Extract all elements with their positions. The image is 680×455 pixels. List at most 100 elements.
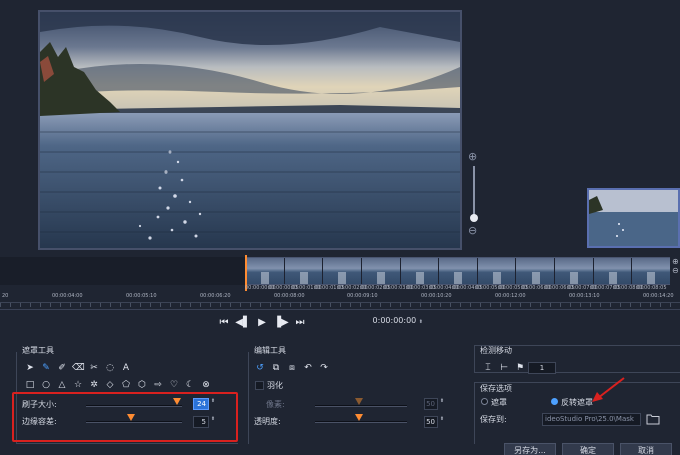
ruler-label: 20: [2, 293, 9, 299]
annotation-highlight-box: [12, 392, 238, 442]
pixels-input[interactable]: 50: [424, 398, 438, 410]
ruler-label: 00:00:06:20: [200, 293, 231, 299]
ruler-label: 00:00:13:10: [569, 293, 600, 299]
ruler-label: 00:00:04:00: [52, 293, 83, 299]
track-marker-icon[interactable]: ⚑: [514, 362, 526, 374]
smart-eraser-tool-icon[interactable]: ✂: [88, 362, 100, 374]
mask-option-label: 遮罩: [491, 398, 507, 407]
ruler-label: 00:00:12:00: [495, 293, 526, 299]
edit-tools-title: 编辑工具: [254, 346, 286, 355]
film-frame: [283, 258, 323, 285]
film-frame: [245, 258, 284, 285]
feather-label: 羽化: [267, 381, 283, 390]
next-frame-button[interactable]: ▐▶: [273, 317, 289, 328]
timecode-spinner-icon[interactable]: ⬍: [419, 319, 423, 325]
previous-frame-button[interactable]: ◀▌: [235, 317, 251, 328]
timecode-field[interactable]: 0:00:00:00 ⬍: [371, 316, 423, 328]
pointer-tool-icon[interactable]: ➤: [24, 362, 36, 374]
mask-radio[interactable]: [481, 398, 488, 405]
gear-shape-icon[interactable]: ✲: [88, 379, 100, 391]
save-options-title: 保存选项: [480, 384, 512, 393]
refine-tool-icon[interactable]: ↺: [254, 362, 266, 374]
zoom-out-icon[interactable]: ⊖: [468, 224, 477, 237]
track-frame-icon[interactable]: ⊢: [498, 362, 510, 374]
first-frame-button[interactable]: ⏮: [216, 317, 232, 328]
mask-tool-row-2: □ ○ △ ☆ ✲ ◇ ⬠ ⬡ ⇨ ♡ ☾ ⊗: [24, 379, 212, 391]
eraser-tool-icon[interactable]: ⌫: [72, 362, 85, 374]
film-frame: [399, 258, 439, 285]
edit-tool-row: ↺ ⧉ ⧈ ↶ ↷: [254, 362, 330, 374]
timeline-zoom-controls: ⊕ ⊖: [672, 257, 680, 285]
zoom-fit-icon[interactable]: ⊕: [672, 257, 680, 266]
save-to-label: 保存到:: [480, 415, 507, 424]
feather-checkbox[interactable]: [255, 381, 264, 390]
mask-tools-title: 遮罩工具: [22, 346, 54, 355]
tracking-tool-row: ⌶ ⊢ ⚑: [482, 362, 526, 374]
zoom-track[interactable]: [473, 166, 475, 218]
zoom-slider[interactable]: ⊕ ⊖: [466, 150, 482, 240]
copy-mask-icon[interactable]: ⧉: [270, 362, 282, 374]
tracking-frame-field[interactable]: 1: [528, 362, 556, 374]
save-as-button[interactable]: 另存为...: [504, 443, 556, 455]
pixels-knob[interactable]: [355, 398, 363, 405]
ellipse-shape-icon[interactable]: ○: [40, 379, 52, 391]
lasso-tool-icon[interactable]: ◌: [104, 362, 116, 374]
text-tool-icon[interactable]: A: [120, 362, 132, 374]
zoom-knob[interactable]: [470, 214, 478, 222]
opacity-label: 透明度:: [254, 417, 281, 426]
film-frame: [322, 258, 361, 285]
arrow-shape-icon[interactable]: ⇨: [152, 379, 164, 391]
pixels-slider[interactable]: [315, 405, 407, 407]
pentagon-shape-icon[interactable]: ⬠: [120, 379, 132, 391]
transport-controls: ⏮ ◀▌ ▶ ▐▶ ⏭: [216, 314, 308, 330]
film-frame: [360, 258, 400, 285]
heart-shape-icon[interactable]: ♡: [168, 379, 180, 391]
film-frame: [592, 258, 632, 285]
opacity-slider[interactable]: [315, 421, 407, 423]
ok-button[interactable]: 确定: [562, 443, 614, 455]
ruler-ticks: [0, 303, 680, 307]
preview-image: [40, 12, 460, 248]
opacity-input[interactable]: 50: [424, 416, 438, 428]
tracking-frame-value: 1: [539, 364, 545, 372]
ruler-label: 00:00:05:10: [126, 293, 157, 299]
brush-tool-icon[interactable]: ✎: [40, 362, 52, 374]
film-frame: [438, 258, 477, 285]
timeline-filmstrip[interactable]: [245, 257, 671, 285]
octagon-shape-icon[interactable]: ⬡: [136, 379, 148, 391]
browse-folder-icon[interactable]: [646, 411, 660, 425]
clear-mask-icon[interactable]: ⊗: [200, 379, 212, 391]
tracking-title: 检测移动: [480, 346, 512, 355]
zoom-in-icon[interactable]: ⊕: [468, 150, 477, 163]
paste-mask-icon[interactable]: ⧈: [286, 362, 298, 374]
opacity-knob[interactable]: [355, 414, 363, 421]
triangle-shape-icon[interactable]: △: [56, 379, 68, 391]
video-preview[interactable]: [38, 10, 462, 250]
ruler-top: 00:00:00:00 00:00:00:05 00:00:01:00 00:0…: [245, 285, 670, 293]
save-path-value: ideoStudio Pro\25.0\Mask: [545, 415, 634, 423]
ruler-label: 00:00:14:20: [643, 293, 674, 299]
save-path-field[interactable]: ideoStudio Pro\25.0\Mask: [542, 413, 641, 426]
timecode-value: 0:00:00:00: [372, 316, 417, 325]
invert-mask-radio[interactable]: [551, 398, 558, 405]
last-frame-button[interactable]: ⏭: [292, 317, 308, 328]
opacity-spinner-icon[interactable]: ⬍: [439, 417, 445, 422]
diamond-shape-icon[interactable]: ◇: [104, 379, 116, 391]
moon-shape-icon[interactable]: ☾: [184, 379, 196, 391]
cancel-button[interactable]: 取消: [620, 443, 672, 455]
film-frame: [476, 258, 516, 285]
redo-icon[interactable]: ↷: [318, 362, 330, 374]
star-shape-icon[interactable]: ☆: [72, 379, 84, 391]
track-forward-icon[interactable]: ⌶: [482, 362, 494, 374]
zoom-out-small-icon[interactable]: ⊖: [672, 266, 680, 275]
play-button[interactable]: ▶: [254, 317, 270, 328]
undo-icon[interactable]: ↶: [302, 362, 314, 374]
pixels-spinner-icon[interactable]: ⬍: [439, 399, 445, 404]
smart-brush-tool-icon[interactable]: ✐: [56, 362, 68, 374]
rectangle-shape-icon[interactable]: □: [24, 379, 36, 391]
navigator-thumbnail[interactable]: [587, 188, 680, 248]
timeline-track-empty: [0, 257, 245, 285]
film-frame: [554, 258, 593, 285]
ruler-label: 00:00:09:10: [347, 293, 378, 299]
film-frame: [515, 258, 555, 285]
